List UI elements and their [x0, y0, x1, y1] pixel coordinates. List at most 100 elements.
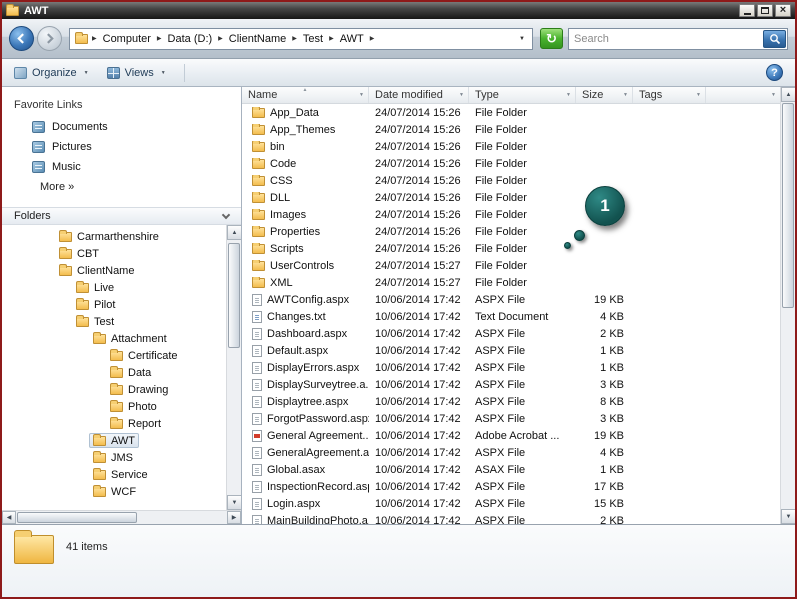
search-box[interactable] [568, 27, 788, 50]
folders-band[interactable]: Folders [2, 207, 241, 225]
file-row[interactable]: Images 24/07/2014 15:26 File Folder [242, 206, 780, 223]
favorite-pictures[interactable]: Pictures [2, 137, 241, 157]
file-row[interactable]: General Agreement... 10/06/2014 17:42 Adob… [242, 427, 780, 444]
folders-hscrollbar[interactable]: ◀ ▶ [2, 510, 241, 524]
scroll-thumb[interactable] [17, 512, 137, 523]
file-row[interactable]: AWTConfig.aspx 10/06/2014 17:42 ASPX File 1… [242, 291, 780, 308]
column-header-extra[interactable]: ▼ [706, 87, 780, 103]
breadcrumb-item-clientname[interactable]: ClientName [227, 33, 288, 45]
breadcrumb-item-test[interactable]: Test [301, 33, 325, 45]
more-links[interactable]: More » [2, 177, 241, 195]
address-bar[interactable]: ▶ Computer ▶ Data (D:) ▶ ClientName ▶ Te… [69, 27, 533, 50]
scroll-up-icon[interactable]: ▲ [781, 87, 795, 102]
favorite-music[interactable]: Music [2, 157, 241, 177]
file-name: App_Themes [270, 123, 336, 136]
tree-item-awt[interactable]: AWT [2, 432, 225, 449]
tree-item-test[interactable]: Test [2, 313, 225, 330]
file-date-cell: 10/06/2014 17:42 [375, 429, 461, 442]
file-row[interactable]: GeneralAgreement.a... 10/06/2014 17:42 ASP… [242, 444, 780, 461]
file-row[interactable]: bin 24/07/2014 15:26 File Folder [242, 138, 780, 155]
file-date-cell: 24/07/2014 15:27 [375, 259, 461, 272]
file-row[interactable]: DisplayErrors.aspx 10/06/2014 17:42 ASPX F… [242, 359, 780, 376]
scroll-down-icon[interactable]: ▼ [781, 509, 795, 524]
scroll-thumb[interactable] [228, 243, 240, 348]
tree-item-attachment[interactable]: Attachment [2, 330, 225, 347]
file-row[interactable]: Global.asax 10/06/2014 17:42 ASAX File 1 KB [242, 461, 780, 478]
toolbar-separator [183, 63, 185, 82]
column-dropdown-icon[interactable]: ▼ [359, 92, 364, 98]
search-button[interactable] [763, 29, 786, 48]
breadcrumb-item-drive[interactable]: Data (D:) [166, 33, 215, 45]
titlebar[interactable]: AWT × [2, 2, 795, 19]
file-row[interactable]: Changes.txt 10/06/2014 17:42 Text Document… [242, 308, 780, 325]
file-row[interactable]: Code 24/07/2014 15:26 File Folder [242, 155, 780, 172]
file-row[interactable]: MainBuildingPhoto.a... 10/06/2014 17:42 AS… [242, 512, 780, 524]
file-row[interactable]: App_Data 24/07/2014 15:26 File Folder [242, 104, 780, 121]
organize-button[interactable]: Organize ▼ [14, 66, 89, 79]
folders-scrollbar[interactable]: ▲ ▼ [226, 225, 241, 510]
search-input[interactable] [570, 32, 763, 45]
favorite-documents[interactable]: Documents [2, 117, 241, 137]
column-dropdown-icon[interactable]: ▼ [771, 92, 776, 98]
column-header-type[interactable]: Type ▼ [469, 87, 576, 103]
tree-item-data[interactable]: Data [2, 364, 225, 381]
file-row[interactable]: XML 24/07/2014 15:27 File Folder [242, 274, 780, 291]
file-row[interactable]: InspectionRecord.aspx 10/06/2014 17:42 ASP… [242, 478, 780, 495]
address-dropdown-icon[interactable]: ▼ [517, 36, 527, 42]
file-row[interactable]: UserControls 24/07/2014 15:27 File Folder [242, 257, 780, 274]
scroll-thumb[interactable] [782, 103, 794, 308]
file-row[interactable]: Displaytree.aspx 10/06/2014 17:42 ASPX Fil… [242, 393, 780, 410]
views-button[interactable]: Views ▼ [106, 66, 166, 79]
file-row[interactable]: Default.aspx 10/06/2014 17:42 ASPX File 1 K… [242, 342, 780, 359]
file-name-cell: App_Data [242, 106, 369, 119]
file-row[interactable]: Scripts 24/07/2014 15:26 File Folder [242, 240, 780, 257]
column-dropdown-icon[interactable]: ▼ [623, 92, 628, 98]
file-type-cell: File Folder [475, 208, 527, 221]
column-header-tags[interactable]: Tags ▼ [633, 87, 706, 103]
file-row[interactable]: App_Themes 24/07/2014 15:26 File Folder [242, 121, 780, 138]
tree-item-certificate[interactable]: Certificate [2, 347, 225, 364]
file-row[interactable]: CSS 24/07/2014 15:26 File Folder [242, 172, 780, 189]
maximize-button[interactable] [757, 4, 773, 17]
file-row[interactable]: Properties 24/07/2014 15:26 File Folder [242, 223, 780, 240]
scroll-right-icon[interactable]: ▶ [227, 511, 241, 524]
file-type-cell: ASPX File [475, 446, 526, 459]
file-list-scrollbar[interactable]: ▲ ▼ [780, 87, 795, 524]
column-header-name[interactable]: ▲ Name ▼ [242, 87, 369, 103]
column-dropdown-icon[interactable]: ▼ [459, 92, 464, 98]
file-row[interactable]: Dashboard.aspx 10/06/2014 17:42 ASPX File 2… [242, 325, 780, 342]
tree-item-drawing[interactable]: Drawing [2, 381, 225, 398]
column-dropdown-icon[interactable]: ▼ [696, 92, 701, 98]
file-row[interactable]: DLL 24/07/2014 15:26 File Folder [242, 189, 780, 206]
tree-item-pilot[interactable]: Pilot [2, 296, 225, 313]
tree-item-service[interactable]: Service [2, 466, 225, 483]
column-header-date-modified[interactable]: Date modified ▼ [369, 87, 469, 103]
tree-item-live[interactable]: Live [2, 279, 225, 296]
file-name-cell: Scripts [242, 242, 369, 255]
file-row[interactable]: ForgotPassword.aspx 10/06/2014 17:42 ASPX … [242, 410, 780, 427]
tree-item-photo[interactable]: Photo [2, 398, 225, 415]
tree-item-wcf[interactable]: WCF [2, 483, 225, 500]
breadcrumb-separator-icon: ▶ [156, 36, 162, 42]
breadcrumb-item-awt[interactable]: AWT [338, 33, 366, 45]
breadcrumb-item-computer[interactable]: Computer [101, 33, 153, 45]
tree-item-cbt[interactable]: CBT [2, 245, 225, 262]
tree-item-carmarthenshire[interactable]: Carmarthenshire [2, 228, 225, 245]
file-row[interactable]: Login.aspx 10/06/2014 17:42 ASPX File 15 KB [242, 495, 780, 512]
back-button[interactable] [9, 26, 34, 51]
close-button[interactable]: × [775, 4, 791, 17]
scroll-down-icon[interactable]: ▼ [227, 495, 241, 510]
scroll-up-icon[interactable]: ▲ [227, 225, 241, 240]
scroll-left-icon[interactable]: ◀ [2, 511, 16, 524]
minimize-button[interactable] [739, 4, 755, 17]
column-dropdown-icon[interactable]: ▼ [566, 92, 571, 98]
refresh-button[interactable]: ↻ [540, 28, 563, 49]
forward-button[interactable] [37, 26, 62, 51]
tree-item-label: Carmarthenshire [77, 230, 159, 243]
tree-item-clientname[interactable]: ClientName [2, 262, 225, 279]
tree-item-report[interactable]: Report [2, 415, 225, 432]
help-button[interactable]: ? [766, 64, 783, 81]
file-row[interactable]: DisplaySurveytree.a... 10/06/2014 17:42 AS… [242, 376, 780, 393]
tree-item-jms[interactable]: JMS [2, 449, 225, 466]
column-header-size[interactable]: Size ▼ [576, 87, 633, 103]
